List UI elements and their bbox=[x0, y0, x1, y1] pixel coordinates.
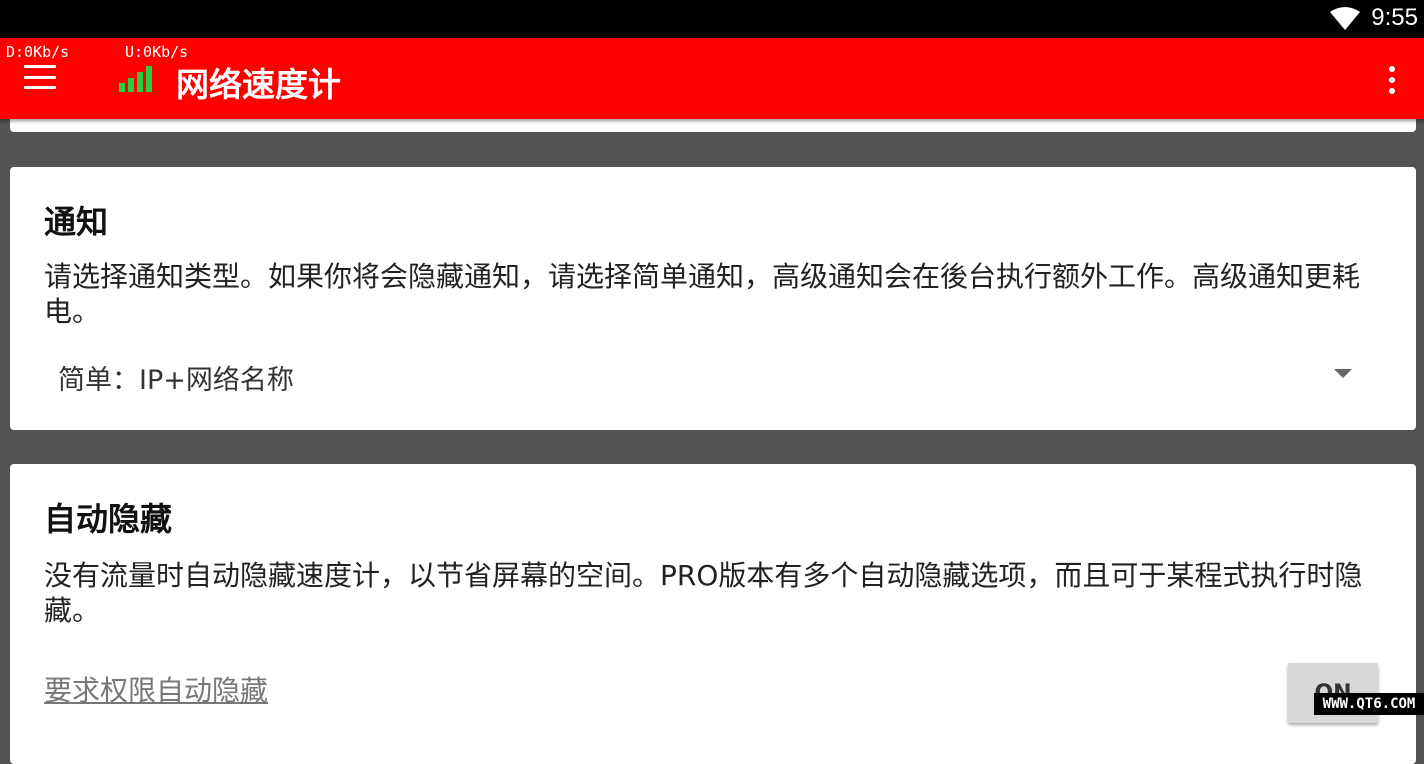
notification-type-value: 简单：IP+网络名称 bbox=[58, 365, 294, 396]
hamburger-menu-icon[interactable] bbox=[24, 65, 56, 91]
watermark: WWW.QT6.COM bbox=[1314, 693, 1424, 715]
status-bar: 9:55 bbox=[0, 0, 1424, 38]
notification-description: 请选择通知类型。如果你将会隐藏通知，请选择简单通知，高级通知会在後台执行额外工作… bbox=[44, 260, 1361, 328]
status-clock: 9:55 bbox=[1371, 4, 1418, 31]
autohide-description: 没有流量时自动隐藏速度计，以节省屏幕的空间。PRO版本有多个自动隐藏选项，而且可… bbox=[44, 559, 1363, 627]
signal-bars-icon bbox=[119, 66, 152, 92]
autohide-card: 自动隐藏 没有流量时自动隐藏速度计，以节省屏幕的空间。PRO版本有多个自动隐藏选… bbox=[10, 464, 1416, 764]
notification-title: 通知 bbox=[44, 203, 109, 241]
app-bar: D:0Kb/s U:0Kb/s 网络速度计 bbox=[0, 38, 1424, 119]
more-vert-icon[interactable] bbox=[1388, 66, 1396, 96]
wifi-icon bbox=[1330, 7, 1360, 30]
dropdown-arrow-icon bbox=[1334, 369, 1352, 378]
app-title: 网络速度计 bbox=[176, 65, 341, 104]
request-permission-link[interactable]: 要求权限自动隐藏 bbox=[44, 669, 268, 709]
autohide-title: 自动隐藏 bbox=[44, 500, 173, 538]
notification-type-dropdown[interactable]: 简单：IP+网络名称 bbox=[10, 347, 1416, 401]
download-speed: D:0Kb/s bbox=[6, 43, 70, 61]
notification-card: 通知 请选择通知类型。如果你将会隐藏通知，请选择简单通知，高级通知会在後台执行额… bbox=[10, 167, 1416, 430]
